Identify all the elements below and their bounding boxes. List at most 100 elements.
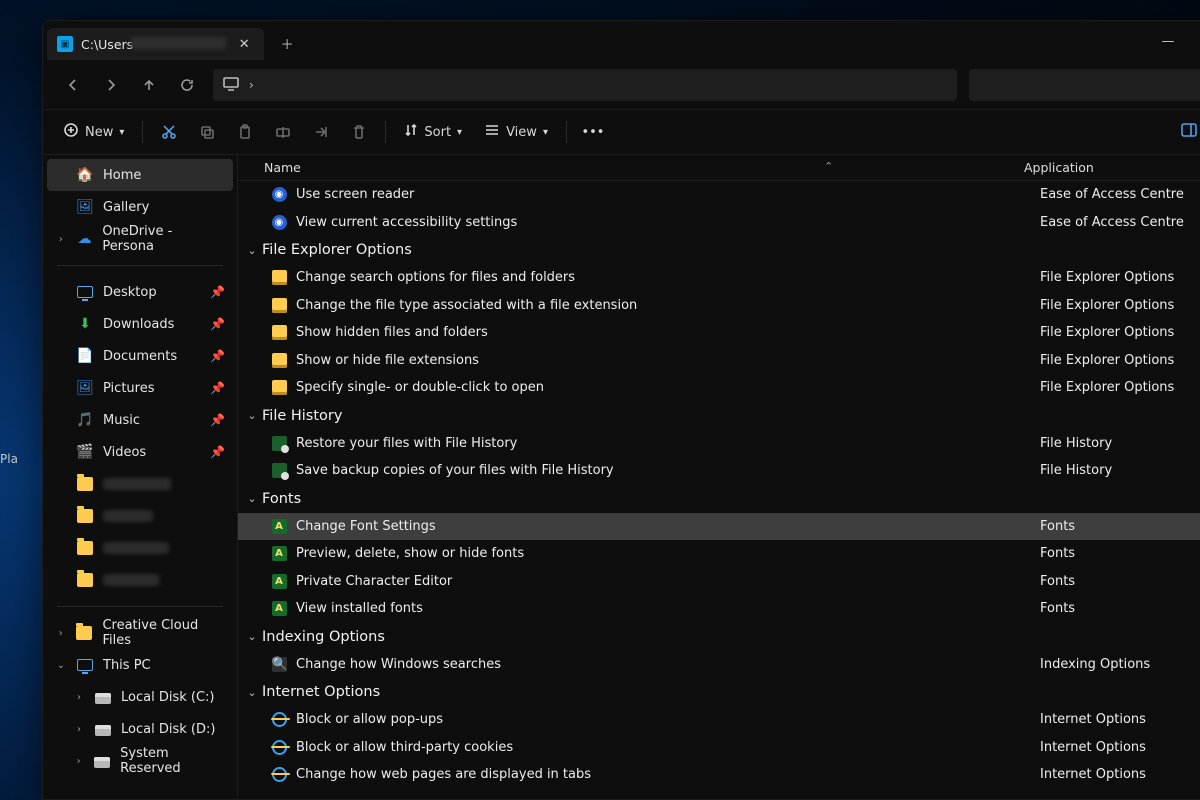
view-button[interactable]: View ▾ (474, 116, 558, 148)
more-button[interactable]: ••• (575, 114, 611, 150)
tab-title: C:\Users (81, 37, 226, 52)
minimize-button[interactable]: — (1145, 21, 1191, 61)
list-item[interactable]: Show hidden files and folders File Explo… (238, 319, 1200, 347)
sidebar-item-local-disk-c-[interactable]: ›Local Disk (C:) (43, 681, 237, 713)
chevron-down-icon: ⌄ (244, 686, 260, 699)
forward-button[interactable] (93, 67, 129, 103)
item-application: Fonts (1040, 574, 1200, 589)
item-icon (270, 296, 288, 314)
sidebar-item-videos[interactable]: 🎬Videos📌 (43, 436, 237, 468)
share-button[interactable] (303, 114, 339, 150)
group-header[interactable]: ⌄Internet Options (238, 678, 1200, 706)
file-list[interactable]: ◉ Use screen reader Ease of Access Centr… (238, 181, 1200, 799)
address-bar[interactable]: › (213, 69, 957, 101)
item-icon (270, 379, 288, 397)
item-application: File Explorer Options (1040, 270, 1200, 285)
chevron-down-icon: ▾ (119, 127, 124, 138)
item-application: File Explorer Options (1040, 325, 1200, 340)
sort-button[interactable]: Sort ▾ (394, 116, 472, 148)
item-icon (270, 269, 288, 287)
group-header[interactable]: ⌄Fonts (238, 485, 1200, 513)
command-bar: New ▾ Sort ▾ View ▾ ••• De (43, 109, 1200, 155)
chevron-right-icon[interactable]: › (249, 78, 254, 92)
new-tab-button[interactable]: ＋ (272, 28, 302, 58)
maximize-button[interactable]: ▢ (1191, 21, 1200, 61)
sidebar-item-system-reserved[interactable]: ›System Reserved (43, 745, 237, 777)
group-header[interactable]: ⌄File History (238, 402, 1200, 430)
list-item[interactable]: Restore your files with File History Fil… (238, 430, 1200, 458)
item-name: Private Character Editor (296, 574, 1040, 589)
group-header[interactable]: ⌄Indexing Options (238, 623, 1200, 651)
sidebar-item-this pc[interactable]: ⌄This PC (43, 649, 237, 681)
sidebar-item-onedrive - persona[interactable]: ›☁OneDrive - Persona (43, 223, 237, 255)
sidebar-item-downloads[interactable]: ⬇Downloads📌 (43, 308, 237, 340)
details-pane-button[interactable]: De (1171, 116, 1200, 148)
refresh-button[interactable] (169, 67, 205, 103)
cut-button[interactable] (151, 114, 187, 150)
list-item[interactable]: Block or allow pop-ups Internet Options (238, 706, 1200, 734)
list-item[interactable]: 🔍 Change how Windows searches Indexing O… (238, 651, 1200, 679)
item-icon: A (270, 517, 288, 535)
item-name: Preview, delete, show or hide fonts (296, 546, 1040, 561)
delete-button[interactable] (341, 114, 377, 150)
tab-icon: ▣ (57, 36, 73, 52)
new-button[interactable]: New ▾ (53, 116, 134, 148)
sidebar-item-music[interactable]: 🎵Music📌 (43, 404, 237, 436)
back-button[interactable] (55, 67, 91, 103)
list-item[interactable]: ◉ Use screen reader Ease of Access Centr… (238, 181, 1200, 209)
item-icon (270, 766, 288, 784)
item-icon: ◉ (270, 213, 288, 231)
list-item[interactable]: A Change Font Settings Fonts (238, 513, 1200, 541)
sidebar-item-folder[interactable] (43, 500, 237, 532)
window-tab[interactable]: ▣ C:\Users ✕ (47, 28, 264, 60)
item-application: Ease of Access Centre (1040, 187, 1200, 202)
copy-button[interactable] (189, 114, 225, 150)
item-name: Change the file type associated with a f… (296, 298, 1040, 313)
pc-icon (223, 77, 239, 94)
list-item[interactable]: Change the file type associated with a f… (238, 292, 1200, 320)
sidebar-item-documents[interactable]: 📄Documents📌 (43, 340, 237, 372)
sidebar-item-folder[interactable] (43, 468, 237, 500)
sidebar-item-creative cloud files[interactable]: ›Creative Cloud Files (43, 617, 237, 649)
sidebar-item-gallery[interactable]: 🖼Gallery (43, 191, 237, 223)
chevron-down-icon: ⌄ (244, 409, 260, 422)
list-item[interactable]: ◉ View current accessibility settings Ea… (238, 209, 1200, 237)
sidebar-item-home[interactable]: 🏠Home (47, 159, 233, 191)
chevron-down-icon: ⌄ (244, 244, 260, 257)
sidebar-item-folder[interactable] (43, 532, 237, 564)
sidebar: 🏠Home 🖼Gallery ›☁OneDrive - Persona Desk… (43, 155, 238, 799)
nav-bar: › (43, 61, 1200, 109)
close-tab-button[interactable]: ✕ (234, 34, 254, 54)
list-item[interactable]: Save backup copies of your files with Fi… (238, 457, 1200, 485)
search-input[interactable] (969, 69, 1200, 101)
item-name: Specify single- or double-click to open (296, 380, 1040, 395)
column-name[interactable]: Name⌃ (264, 160, 1024, 175)
item-application: Indexing Options (1040, 657, 1200, 672)
sort-asc-icon: ⌃ (824, 160, 833, 173)
sidebar-item-desktop[interactable]: Desktop📌 (43, 276, 237, 308)
list-item[interactable]: A Private Character Editor Fonts (238, 568, 1200, 596)
pin-icon: 📌 (210, 413, 225, 427)
column-application[interactable]: Application (1024, 160, 1200, 175)
sidebar-item-pictures[interactable]: 🖼Pictures📌 (43, 372, 237, 404)
paste-button[interactable] (227, 114, 263, 150)
list-item[interactable]: Block or allow third-party cookies Inter… (238, 734, 1200, 762)
list-item[interactable]: Specify single- or double-click to open … (238, 374, 1200, 402)
group-header[interactable]: ⌄File Explorer Options (238, 236, 1200, 264)
item-icon: 🔍 (270, 655, 288, 673)
content-area: Name⌃ Application ◉ Use screen reader Ea… (238, 155, 1200, 799)
item-name: Show or hide file extensions (296, 353, 1040, 368)
pin-icon: 📌 (210, 285, 225, 299)
up-button[interactable] (131, 67, 167, 103)
list-item[interactable]: Show or hide file extensions File Explor… (238, 347, 1200, 375)
item-name: Show hidden files and folders (296, 325, 1040, 340)
column-headers: Name⌃ Application (238, 155, 1200, 181)
sidebar-item-local-disk-d-[interactable]: ›Local Disk (D:) (43, 713, 237, 745)
list-item[interactable]: Change search options for files and fold… (238, 264, 1200, 292)
list-item[interactable]: A View installed fonts Fonts (238, 595, 1200, 623)
list-item[interactable]: Change how web pages are displayed in ta… (238, 761, 1200, 789)
rename-button[interactable] (265, 114, 301, 150)
sidebar-item-folder[interactable] (43, 564, 237, 596)
list-item[interactable]: A Preview, delete, show or hide fonts Fo… (238, 540, 1200, 568)
item-name: Change how Windows searches (296, 657, 1040, 672)
